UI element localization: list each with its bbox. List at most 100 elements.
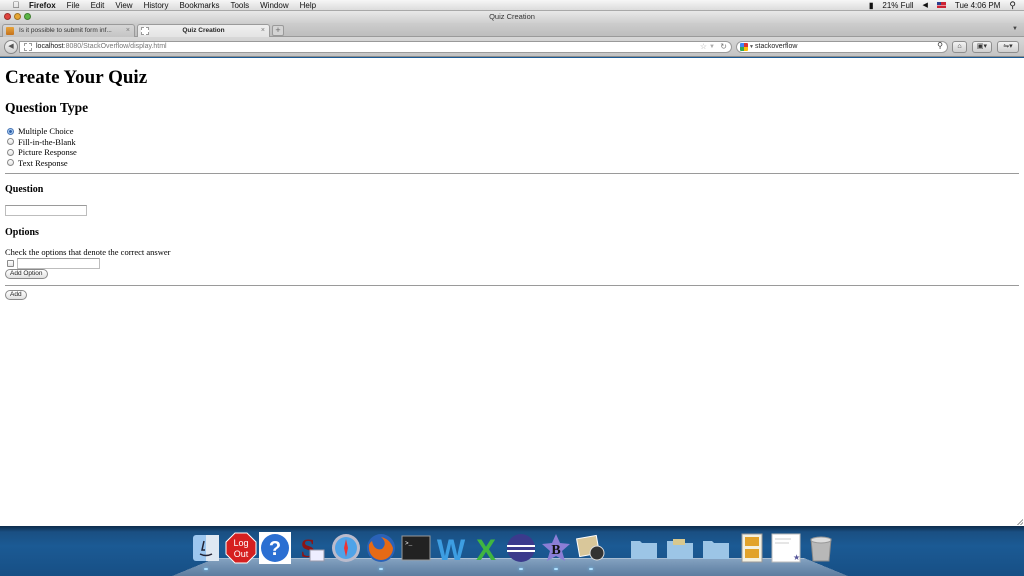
- close-tab-icon[interactable]: ×: [126, 25, 130, 37]
- reload-icon[interactable]: ↻: [720, 42, 727, 52]
- running-indicator: [379, 568, 383, 570]
- close-tab-icon[interactable]: ×: [261, 25, 265, 37]
- dock-word[interactable]: W: [435, 532, 467, 564]
- radio-picture-response[interactable]: [7, 148, 14, 156]
- search-icon[interactable]: ⚲: [937, 41, 943, 51]
- back-button[interactable]: ◀: [4, 40, 18, 54]
- new-tab-button[interactable]: +: [272, 25, 284, 36]
- dock-downloads-folder[interactable]: [700, 532, 732, 564]
- menu-app-name[interactable]: Firefox: [29, 1, 56, 10]
- dock-preview[interactable]: [575, 532, 607, 570]
- menu-tools[interactable]: Tools: [230, 1, 249, 10]
- menu-view[interactable]: View: [115, 1, 132, 10]
- radio-fill-in-the-blank[interactable]: [7, 138, 14, 146]
- search-engine-dropdown-icon[interactable]: ▼: [749, 42, 754, 52]
- dock-excel[interactable]: X: [470, 532, 502, 564]
- stackoverflow-favicon-icon: [6, 27, 14, 35]
- apple-menu-icon[interactable]: : [10, 0, 22, 10]
- radio-label: Text Response: [18, 157, 68, 168]
- menu-bookmarks[interactable]: Bookmarks: [179, 1, 219, 10]
- dock-help[interactable]: ?: [259, 532, 291, 564]
- option-correct-checkbox[interactable]: [7, 260, 14, 267]
- bbedit-icon: B: [542, 534, 570, 561]
- menu-window[interactable]: Window: [260, 1, 288, 10]
- dock-trash[interactable]: [805, 532, 837, 564]
- extensions-menu-button[interactable]: ⇋▾: [997, 41, 1019, 53]
- url-bar[interactable]: localhost:8080/StackOverflow/display.htm…: [19, 41, 732, 53]
- log-out-icon: LogOut: [225, 532, 257, 564]
- menu-file[interactable]: File: [67, 1, 80, 10]
- dock-log-out[interactable]: Log Out: [225, 532, 257, 564]
- dock-applications-folder[interactable]: [628, 532, 660, 564]
- tab-label: Is it possible to submit form inf...: [19, 27, 112, 34]
- radio-text-response[interactable]: [7, 159, 14, 167]
- bookmarks-menu-button[interactable]: ▣▾: [972, 41, 992, 53]
- close-window-button[interactable]: [4, 13, 11, 20]
- home-button[interactable]: ⌂: [952, 41, 967, 53]
- radio-multiple-choice-row[interactable]: Multiple Choice: [7, 126, 77, 137]
- radio-multiple-choice[interactable]: [7, 127, 14, 135]
- eclipse-icon: [507, 534, 535, 562]
- zoom-window-button[interactable]: [24, 13, 31, 20]
- dock-photo-stack[interactable]: [736, 532, 768, 564]
- dock-stanford-mail[interactable]: S: [295, 532, 327, 564]
- input-source-flag-icon[interactable]: [936, 2, 946, 8]
- dock-firefox[interactable]: [365, 532, 397, 570]
- volume-icon[interactable]: ◀: [923, 1, 928, 9]
- radio-text-response-row[interactable]: Text Response: [7, 158, 77, 169]
- options-heading: Options: [5, 227, 39, 238]
- search-bar[interactable]: ▼ stackoverflow ⚲: [736, 41, 948, 53]
- dock-bbedit[interactable]: B: [540, 532, 572, 570]
- running-indicator: [204, 568, 208, 570]
- radio-fill-in-the-blank-row[interactable]: Fill-in-the-Blank: [7, 137, 77, 148]
- spotlight-search-icon[interactable]: ⚲: [1009, 0, 1016, 11]
- tab-stackoverflow[interactable]: Is it possible to submit form inf... ×: [2, 24, 135, 37]
- svg-text:Log: Log: [233, 538, 248, 548]
- search-input[interactable]: stackoverflow: [755, 43, 797, 50]
- battery-status[interactable]: 21% Full: [882, 1, 913, 10]
- disk-status-icon[interactable]: ▮: [869, 1, 873, 10]
- firefox-icon: [367, 534, 395, 562]
- dock-terminal[interactable]: >_: [400, 532, 432, 564]
- menu-edit[interactable]: Edit: [91, 1, 105, 10]
- svg-text:B: B: [551, 543, 560, 558]
- dock-document-stack[interactable]: ★: [770, 532, 802, 564]
- google-engine-icon[interactable]: [740, 43, 748, 51]
- running-indicator: [554, 568, 558, 570]
- add-button[interactable]: Add: [5, 290, 27, 300]
- dock-eclipse[interactable]: [505, 532, 537, 570]
- stanford-mail-icon: S: [301, 534, 325, 563]
- terminal-icon: >_: [401, 535, 431, 561]
- svg-text:X: X: [476, 534, 496, 563]
- page-title: Create Your Quiz: [5, 67, 148, 88]
- menu-history[interactable]: History: [144, 1, 169, 10]
- window-resize-handle[interactable]: [1017, 519, 1023, 525]
- dock-safari[interactable]: [330, 532, 362, 564]
- add-option-button[interactable]: Add Option: [5, 269, 48, 279]
- finder-icon: [193, 535, 219, 561]
- question-input[interactable]: [5, 205, 87, 216]
- folder-icon: [667, 539, 693, 559]
- divider: [5, 173, 1019, 174]
- svg-text:?: ?: [269, 538, 281, 560]
- dock: Log Out ? S >_ W X B ★: [0, 530, 1024, 570]
- minimize-window-button[interactable]: [14, 13, 21, 20]
- option-input[interactable]: [17, 258, 100, 269]
- dock-documents-folder[interactable]: [664, 532, 696, 564]
- clock[interactable]: Tue 4:06 PM: [955, 1, 1001, 10]
- running-indicator: [589, 568, 593, 570]
- menu-help[interactable]: Help: [300, 1, 316, 10]
- url-history-dropdown-icon[interactable]: ▼: [709, 42, 715, 52]
- radio-picture-response-row[interactable]: Picture Response: [7, 147, 77, 158]
- running-indicator: [519, 568, 523, 570]
- tab-quiz-creation[interactable]: Quiz Creation ×: [137, 24, 270, 37]
- divider: [5, 285, 1019, 286]
- list-all-tabs-icon[interactable]: ▼: [1012, 26, 1018, 32]
- preview-icon: [576, 534, 605, 561]
- site-identity-icon[interactable]: [24, 43, 32, 51]
- radio-label: Picture Response: [18, 147, 77, 157]
- trash-icon: [810, 536, 832, 562]
- dock-finder[interactable]: [190, 532, 222, 570]
- bookmark-star-icon[interactable]: ☆: [700, 42, 707, 52]
- blank-page-favicon-icon: [141, 27, 149, 35]
